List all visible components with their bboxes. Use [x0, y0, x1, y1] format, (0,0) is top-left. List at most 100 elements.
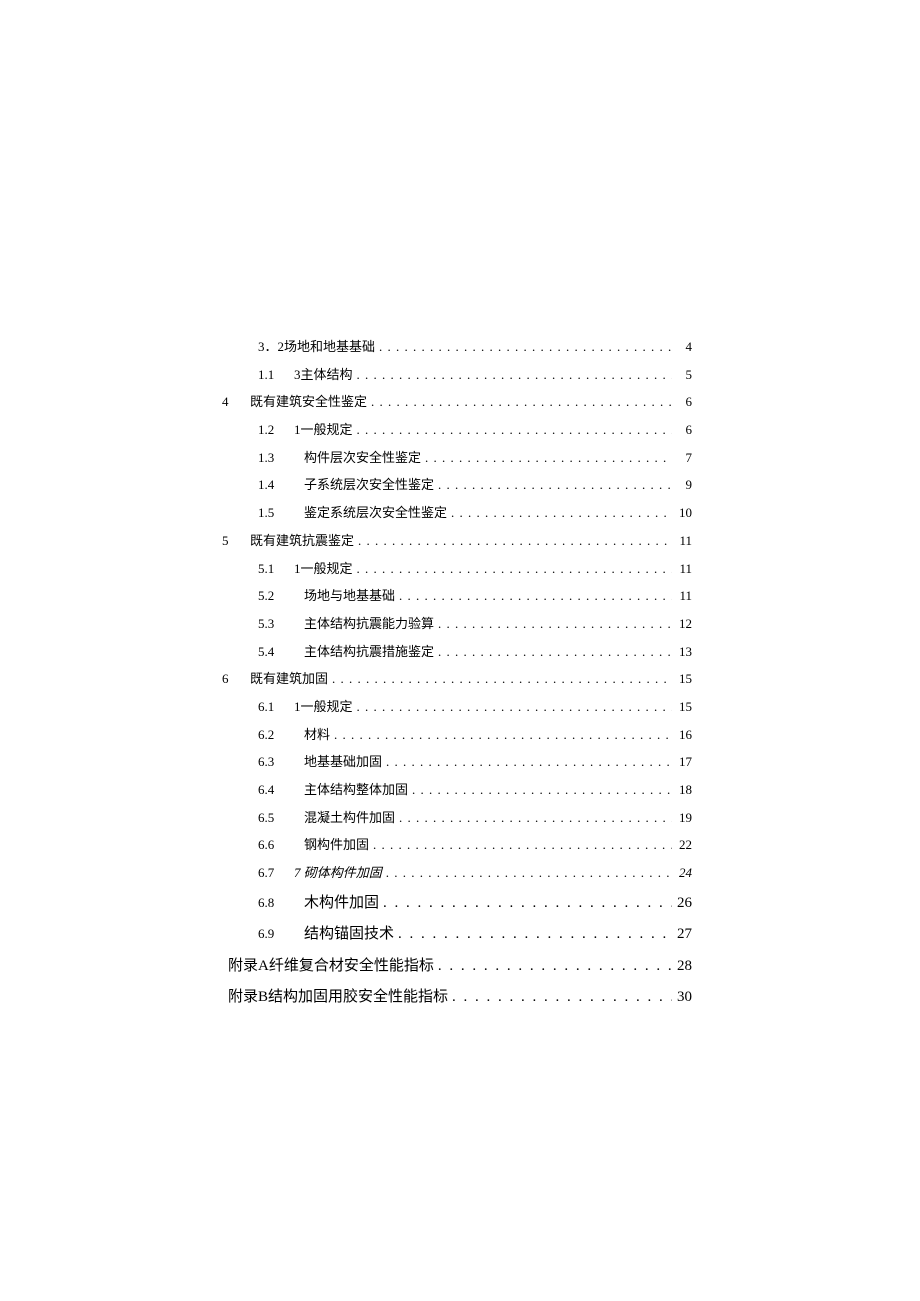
toc-chapter: 6 既有建筑加固 15	[228, 667, 692, 692]
toc-label: 1一般规定	[294, 418, 353, 443]
toc-leader-dots	[399, 806, 672, 831]
toc-label: 既有建筑加固	[250, 667, 328, 692]
toc-entry: 6.8 木构件加固 26	[228, 889, 692, 918]
toc-leader-dots	[438, 952, 672, 981]
toc-leader-dots	[373, 833, 672, 858]
toc-leader-dots	[379, 335, 672, 360]
toc-page: 16	[676, 723, 692, 748]
toc-label: 木构件加固	[304, 889, 379, 918]
toc-number: 1.1	[258, 363, 294, 388]
toc-leader-dots	[452, 983, 672, 1012]
toc-entry: 6.4 主体结构整体加固 18	[228, 778, 692, 803]
toc-leader-dots	[383, 889, 672, 918]
toc-number: 6.3	[258, 750, 294, 775]
toc-page: 26	[676, 889, 692, 918]
toc-number: 6.1	[258, 695, 294, 720]
toc-label: 既有建筑抗震鉴定	[250, 529, 354, 554]
toc-entry: 5.2 场地与地基基础 11	[228, 584, 692, 609]
toc-label: 既有建筑安全性鉴定	[250, 390, 367, 415]
toc-number: 1.3	[258, 446, 294, 471]
toc-leader-dots	[425, 446, 672, 471]
toc-number: 6.7	[258, 861, 294, 886]
toc-leader-dots	[398, 920, 672, 949]
toc-number: 6.6	[258, 833, 294, 858]
toc-page: 12	[676, 612, 692, 637]
toc-label: 主体结构抗震措施鉴定	[304, 640, 434, 665]
toc-entry: 1.4 子系统层次安全性鉴定 9	[228, 473, 692, 498]
toc-leader-dots	[358, 529, 672, 554]
toc-entry: 1.1 3主体结构 5	[228, 363, 692, 388]
toc-number: 6.9	[258, 922, 294, 947]
toc-number: 5	[222, 529, 250, 554]
toc-leader-dots	[386, 861, 672, 886]
toc-number: 6.2	[258, 723, 294, 748]
toc-page: 30	[676, 983, 692, 1012]
toc-entry: 6.2 材料 16	[228, 723, 692, 748]
toc-leader-dots	[371, 390, 672, 415]
toc-label: 附录B结构加固用胶安全性能指标	[228, 983, 448, 1012]
toc-number: 5.3	[258, 612, 294, 637]
toc-page: 6	[676, 390, 692, 415]
toc-page: 11	[676, 584, 692, 609]
toc-page: 9	[676, 473, 692, 498]
toc-number: 6.4	[258, 778, 294, 803]
toc-leader-dots	[438, 473, 672, 498]
toc-leader-dots	[438, 612, 672, 637]
toc-leader-dots	[357, 363, 672, 388]
toc-label: 混凝土构件加固	[304, 806, 395, 831]
toc-page: 22	[676, 833, 692, 858]
toc-leader-dots	[334, 723, 672, 748]
toc-leader-dots	[357, 695, 672, 720]
toc-entry: 6.7 7 砌体构件加固 24	[228, 861, 692, 886]
toc-number: 6.5	[258, 806, 294, 831]
toc-page: 27	[676, 920, 692, 949]
toc-leader-dots	[386, 750, 672, 775]
toc-leader-dots	[357, 418, 672, 443]
toc-page: 24	[676, 861, 692, 886]
toc-entry: 5.3 主体结构抗震能力验算 12	[228, 612, 692, 637]
toc-entry: 6.6 钢构件加固 22	[228, 833, 692, 858]
toc-page: 13	[676, 640, 692, 665]
toc-page: 10	[676, 501, 692, 526]
toc-leader-dots	[451, 501, 672, 526]
toc-page: 6	[676, 418, 692, 443]
toc-label: 场地与地基基础	[304, 584, 395, 609]
toc-number: 5.1	[258, 557, 294, 582]
toc-label: 3．2场地和地基基础	[258, 335, 375, 360]
toc-label: 1一般规定	[294, 557, 353, 582]
toc-leader-dots	[332, 667, 672, 692]
toc-number: 1.2	[258, 418, 294, 443]
toc-leader-dots	[357, 557, 672, 582]
toc-page: 7	[676, 446, 692, 471]
toc-chapter: 5 既有建筑抗震鉴定 11	[228, 529, 692, 554]
toc-page: 15	[676, 695, 692, 720]
toc-page: 5	[676, 363, 692, 388]
toc-label: 1一般规定	[294, 695, 353, 720]
toc-number: 5.2	[258, 584, 294, 609]
toc-entry: 5.1 1一般规定 11	[228, 557, 692, 582]
toc-label: 钢构件加固	[304, 833, 369, 858]
toc-number: 4	[222, 390, 250, 415]
document-page: 3．2场地和地基基础 4 1.1 3主体结构 5 4 既有建筑安全性鉴定 6 1…	[0, 0, 920, 1012]
toc-entry: 1.5 鉴定系统层次安全性鉴定 10	[228, 501, 692, 526]
toc-entry: 1.2 1一般规定 6	[228, 418, 692, 443]
toc-page: 15	[676, 667, 692, 692]
toc-number: 1.4	[258, 473, 294, 498]
toc-page: 19	[676, 806, 692, 831]
toc-page: 17	[676, 750, 692, 775]
table-of-contents: 3．2场地和地基基础 4 1.1 3主体结构 5 4 既有建筑安全性鉴定 6 1…	[228, 335, 692, 1012]
toc-appendix: 附录B结构加固用胶安全性能指标 30	[228, 983, 692, 1012]
toc-label: 主体结构整体加固	[304, 778, 408, 803]
toc-leader-dots	[399, 584, 672, 609]
toc-page: 4	[676, 335, 692, 360]
toc-number: 1.5	[258, 501, 294, 526]
toc-page: 11	[676, 529, 692, 554]
toc-number: 5.4	[258, 640, 294, 665]
toc-label: 材料	[304, 723, 330, 748]
toc-page: 18	[676, 778, 692, 803]
toc-entry: 5.4 主体结构抗震措施鉴定 13	[228, 640, 692, 665]
toc-page: 28	[676, 952, 692, 981]
toc-leader-dots	[412, 778, 672, 803]
toc-entry: 6.1 1一般规定 15	[228, 695, 692, 720]
toc-entry: 3．2场地和地基基础 4	[228, 335, 692, 360]
